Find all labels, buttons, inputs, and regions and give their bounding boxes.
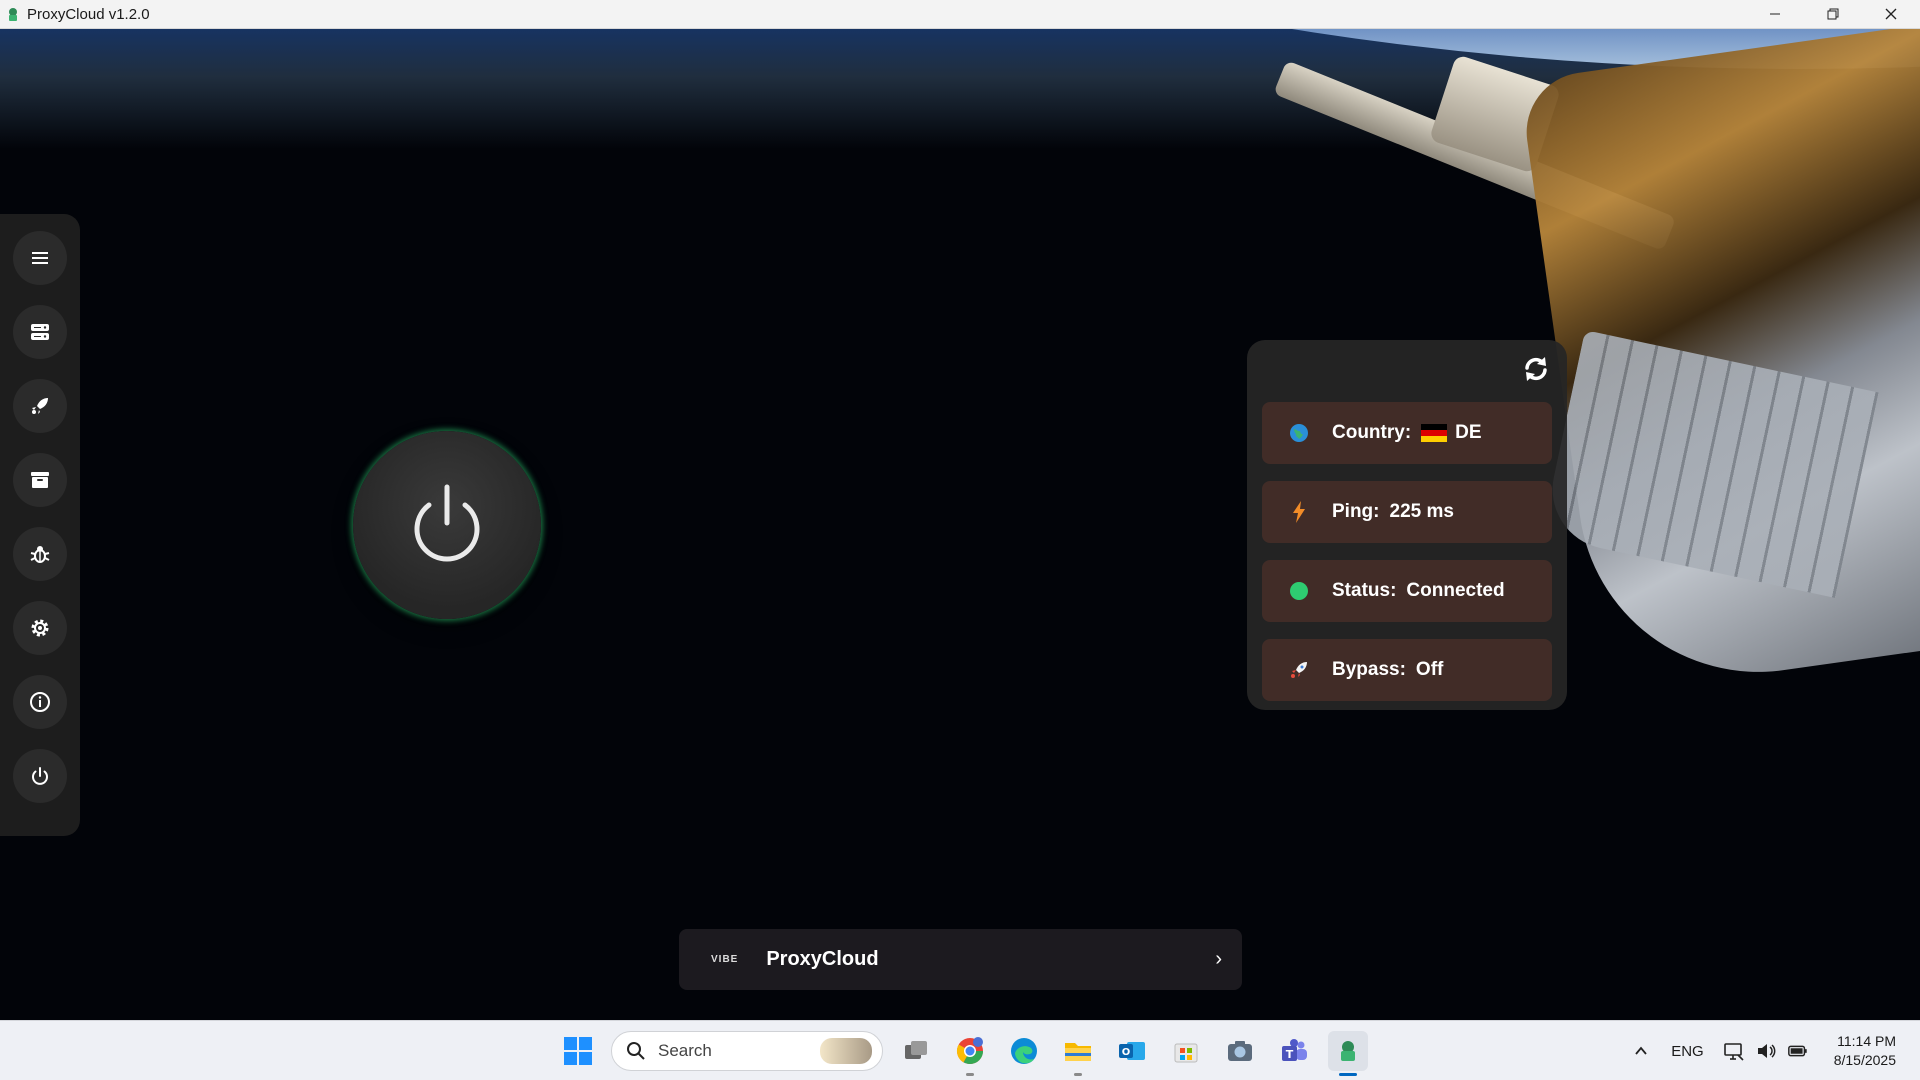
taskbar-camera[interactable]: [1220, 1031, 1260, 1071]
battery-status[interactable]: [1787, 1040, 1809, 1062]
taskbar-teams[interactable]: T: [1274, 1031, 1314, 1071]
proxycloud-app-icon: [1341, 1041, 1355, 1061]
sidebar-item-exit[interactable]: [13, 749, 67, 803]
start-button[interactable]: [558, 1031, 598, 1071]
ad-banner[interactable]: VIBE ProxyCloud ›: [679, 929, 1242, 990]
network-icon: [1723, 1043, 1744, 1061]
chevron-right-icon: ›: [1215, 948, 1222, 970]
taskbar-apps: Search O T: [551, 1029, 1375, 1076]
app-icon: [9, 8, 17, 21]
ping-label: Ping:: [1332, 501, 1380, 522]
chevron-up-icon: [1635, 1046, 1647, 1055]
status-row: Status: Connected: [1262, 560, 1552, 622]
sidebar-item-menu[interactable]: [13, 231, 67, 285]
sidebar: [0, 214, 80, 836]
minimize-button[interactable]: [1746, 0, 1804, 29]
store-icon: [1174, 1043, 1198, 1063]
taskbar-search[interactable]: Search: [611, 1031, 883, 1071]
taskbar-store[interactable]: [1166, 1031, 1206, 1071]
taskbar-chrome[interactable]: [950, 1031, 990, 1076]
status-value: Connected: [1406, 580, 1505, 601]
volume-control[interactable]: [1755, 1040, 1777, 1062]
close-button[interactable]: [1862, 0, 1920, 29]
globe-icon: [1288, 422, 1310, 444]
connect-power-button[interactable]: [353, 431, 541, 619]
restore-button[interactable]: [1804, 0, 1862, 29]
system-tray: ENG 11:14 PM 8/15/2025: [1625, 1021, 1920, 1080]
teams-icon: T: [1282, 1039, 1307, 1061]
bypass-label: Bypass:: [1332, 659, 1406, 680]
servers-icon: [31, 324, 49, 340]
archive-icon: [31, 472, 49, 488]
ping-value: 225 ms: [1389, 501, 1454, 522]
show-hidden-icons-button[interactable]: [1630, 1040, 1652, 1062]
svg-text:O: O: [1122, 1047, 1131, 1058]
taskbar-edge[interactable]: [1004, 1031, 1044, 1071]
window-title: ProxyCloud v1.2.0: [27, 5, 150, 23]
connection-info-panel: Country: DE Ping: 225 ms Status: Connect…: [1247, 340, 1567, 710]
taskbar-proxycloud[interactable]: [1328, 1031, 1368, 1076]
lightning-icon: [1288, 501, 1310, 523]
restore-icon: [1827, 8, 1839, 20]
bypass-row: Bypass: Off: [1262, 639, 1552, 701]
window-controls: [1746, 0, 1920, 29]
search-placeholder: Search: [658, 1041, 712, 1060]
sidebar-item-debug[interactable]: [13, 527, 67, 581]
country-value: DE: [1455, 422, 1482, 443]
clock[interactable]: 11:14 PM 8/15/2025: [1834, 1032, 1896, 1070]
close-icon: [1885, 8, 1897, 20]
edge-icon: [1011, 1038, 1037, 1064]
rocket-icon: [32, 398, 48, 414]
banner-logo: VIBE: [711, 954, 739, 965]
svg-text:T: T: [1286, 1048, 1294, 1061]
taskbar-outlook[interactable]: O: [1112, 1031, 1152, 1071]
camera-icon: [1228, 1041, 1252, 1061]
bug-icon: [30, 546, 50, 563]
bypass-value: Off: [1415, 659, 1444, 680]
status-dot-icon: [1288, 580, 1310, 602]
country-label: Country:: [1332, 422, 1412, 443]
country-row: Country: DE: [1262, 402, 1552, 464]
search-icon: [627, 1042, 645, 1060]
status-label: Status:: [1332, 580, 1397, 601]
speaker-icon: [1757, 1044, 1776, 1058]
germany-flag-icon: [1421, 424, 1448, 442]
battery-icon: [1787, 1045, 1807, 1057]
info-icon: [30, 692, 50, 712]
title-bar: ProxyCloud v1.2.0: [0, 0, 1920, 29]
earth-background: [0, 29, 1920, 1020]
refresh-icon: [1525, 357, 1547, 381]
taskbar-file-explorer[interactable]: [1058, 1031, 1098, 1076]
sidebar-item-about[interactable]: [13, 675, 67, 729]
rocket-icon: [1288, 659, 1310, 681]
minimize-icon: [1770, 13, 1780, 15]
task-view-icon: [905, 1041, 927, 1059]
ping-row: Ping: 225 ms: [1262, 481, 1552, 543]
banner-title: ProxyCloud: [766, 948, 879, 970]
language-indicator[interactable]: ENG: [1671, 1043, 1704, 1060]
power-icon: [32, 767, 48, 785]
chrome-icon: [956, 1037, 984, 1065]
taskbar: Search O T ENG 11:14 PM 8/15/2025: [0, 1020, 1920, 1080]
sidebar-item-settings[interactable]: [13, 601, 67, 655]
sidebar-item-archive[interactable]: [13, 453, 67, 507]
power-icon: [414, 484, 480, 562]
search-highlight-image: [820, 1038, 872, 1064]
folder-icon: [1065, 1043, 1091, 1061]
clock-time: 11:14 PM: [1837, 1033, 1896, 1049]
refresh-button[interactable]: [1519, 352, 1553, 386]
menu-icon: [32, 252, 48, 264]
info-rows: Country: DE Ping: 225 ms Status: Connect…: [1262, 402, 1552, 718]
windows-logo-icon: [564, 1037, 592, 1065]
network-status[interactable]: [1723, 1040, 1745, 1062]
sidebar-item-boost[interactable]: [13, 379, 67, 433]
task-view-button[interactable]: [896, 1031, 936, 1071]
gear-icon: [31, 619, 49, 637]
sidebar-item-servers[interactable]: [13, 305, 67, 359]
clock-date: 8/15/2025: [1833, 1052, 1896, 1068]
outlook-icon: O: [1119, 1042, 1145, 1060]
